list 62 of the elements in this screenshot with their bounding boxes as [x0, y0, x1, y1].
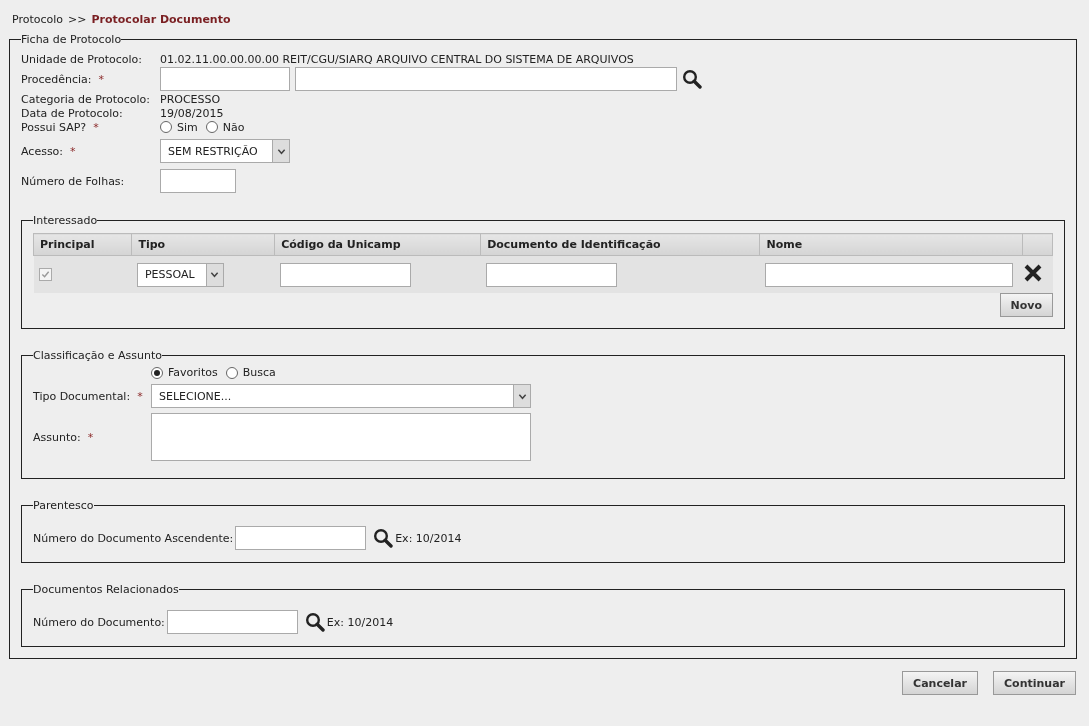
- column-header: Código da Unicamp: [274, 233, 481, 256]
- search-icon[interactable]: [304, 612, 325, 632]
- field-label: Acesso:: [21, 144, 64, 158]
- section-legend: Ficha de Protocolo: [21, 33, 122, 46]
- field-label: Número de Folhas:: [21, 174, 125, 188]
- field-value: 01.02.11.00.00.00.00 REIT/CGU/SIARQ ARQUIVO CENTRAL DO SISTEMA DE ARQUIVOS: [160, 52, 634, 66]
- required-mark: *: [87, 430, 94, 444]
- field-label: Data de Protocolo:: [21, 106, 123, 120]
- column-header: Tipo: [131, 233, 275, 256]
- required-mark: *: [93, 120, 99, 134]
- input-field[interactable]: [485, 262, 617, 287]
- radio-label[interactable]: Favoritos: [168, 366, 218, 379]
- continue-button[interactable]: Continuar: [993, 671, 1076, 695]
- input-field[interactable]: [764, 262, 1013, 287]
- section-legend: Interessado: [33, 214, 98, 227]
- radio-button[interactable]: [225, 366, 238, 379]
- search-icon[interactable]: [373, 528, 394, 548]
- dropdown[interactable]: SELECIONE...: [151, 384, 531, 408]
- search-icon[interactable]: [682, 69, 702, 89]
- column-header: Nome: [759, 233, 1023, 256]
- field-label: Unidade de Protocolo:: [21, 52, 143, 66]
- radio-button[interactable]: [160, 121, 172, 133]
- required-mark: *: [98, 72, 105, 86]
- section-legend: Parentesco: [33, 499, 94, 512]
- close-icon[interactable]: [1022, 263, 1043, 283]
- column-header: Documento de Identificação: [480, 233, 760, 256]
- field-label: Procedência:: [21, 72, 92, 86]
- field-label: Número do Documento:: [33, 615, 165, 629]
- radio-button[interactable]: [205, 121, 218, 133]
- radio-label[interactable]: Busca: [242, 366, 276, 379]
- field-label: Assunto:: [33, 430, 81, 444]
- field-label: Categoria de Protocolo:: [21, 92, 151, 106]
- page-title: Protocolar Documento: [91, 13, 231, 28]
- dropdown[interactable]: SEM RESTRIÇÃO: [160, 139, 290, 163]
- text-area[interactable]: [151, 413, 531, 461]
- field-value: 19/08/2015: [160, 106, 224, 120]
- breadcrumb-separator: >>: [68, 13, 87, 28]
- breadcrumb-link[interactable]: Protocolo: [12, 13, 64, 33]
- required-mark: *: [70, 144, 76, 158]
- required-mark: *: [137, 389, 143, 403]
- radio-label[interactable]: Sim: [177, 120, 198, 134]
- cancel-button[interactable]: Cancelar: [902, 671, 978, 695]
- section-legend: Classificação e Assunto: [33, 349, 162, 362]
- field-label: Tipo Documental:: [33, 389, 131, 403]
- new-button[interactable]: Novo: [999, 293, 1053, 317]
- input-field[interactable]: [160, 67, 290, 91]
- field-hint: Ex: 10/2014: [326, 615, 394, 629]
- input-field[interactable]: [295, 67, 677, 91]
- caret-icon: [210, 270, 220, 279]
- input-field[interactable]: [279, 262, 411, 287]
- input-field[interactable]: [166, 610, 298, 634]
- field-label: Número do Documento Ascendente:: [33, 531, 234, 545]
- field-hint: Ex: 10/2014: [395, 531, 462, 545]
- dropdown[interactable]: PESSOAL: [136, 262, 224, 287]
- radio-button[interactable]: [151, 366, 163, 379]
- section-legend: Documentos Relacionados: [33, 583, 179, 596]
- input-field[interactable]: [235, 526, 367, 550]
- field-label: Possui SAP?: [21, 120, 87, 134]
- input-field[interactable]: [160, 169, 236, 193]
- radio-label[interactable]: Não: [222, 120, 245, 134]
- column-header: Principal: [33, 233, 132, 256]
- field-value: PROCESSO: [160, 92, 221, 106]
